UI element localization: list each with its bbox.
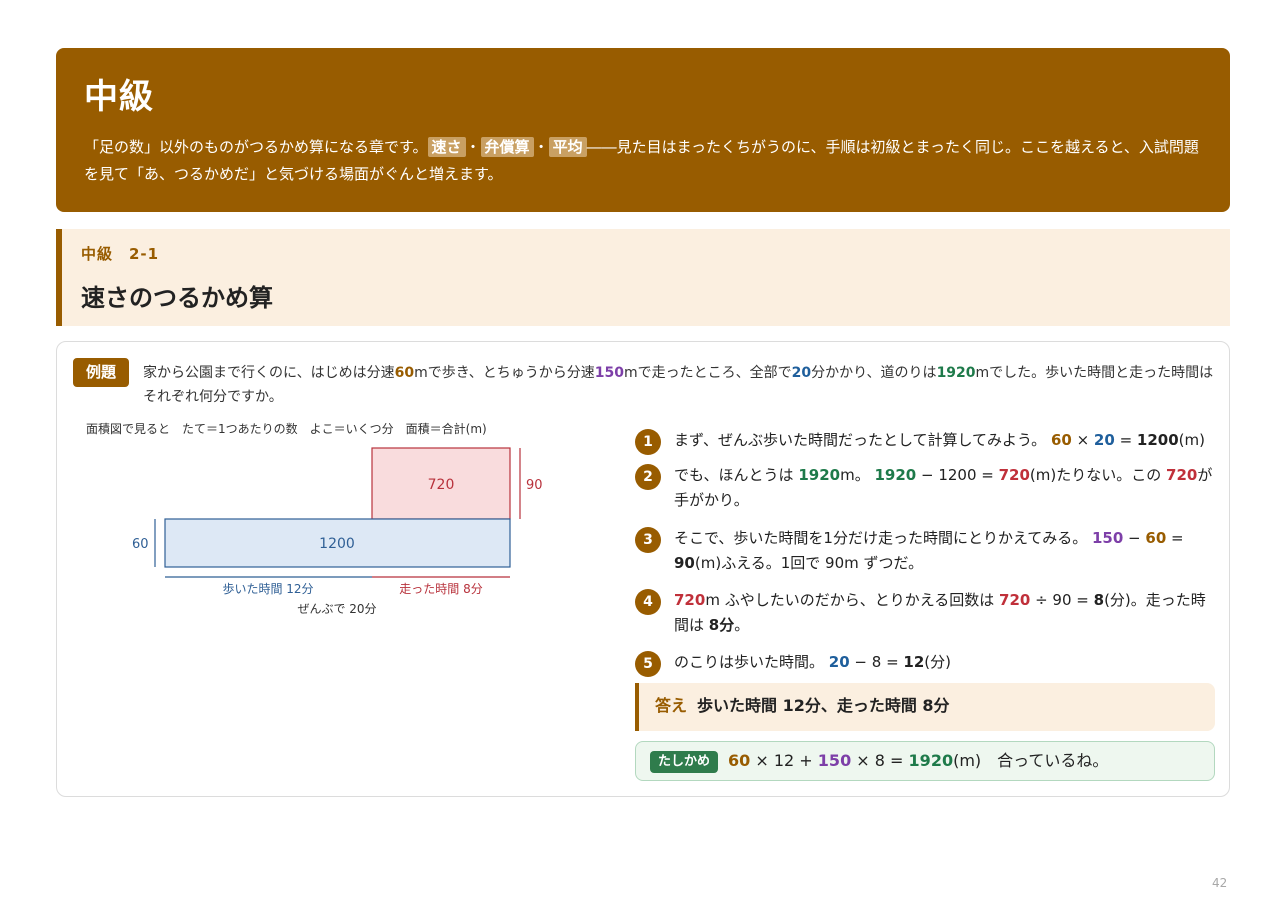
step-value: 20	[828, 653, 850, 671]
run-speed-value: 150	[594, 365, 624, 381]
problem-segment: mで歩き、とちゅうから分速	[414, 365, 595, 381]
step-result: 12	[903, 653, 925, 671]
step-text: ÷ 90 =	[1030, 591, 1094, 609]
step-number: 4	[635, 589, 661, 615]
separator: ・	[465, 138, 481, 156]
check-value: 150	[817, 751, 852, 770]
step-result: 90	[674, 554, 695, 572]
page-number: 42	[1212, 876, 1228, 890]
desc-text: 「足の数」以外のものがつるかめ算になる章です。	[84, 138, 428, 156]
example-card: 例題 家から公園まで行くのに、はじめは分速60mで歩き、とちゅうから分速150m…	[56, 341, 1230, 797]
example-badge: 例題	[73, 358, 129, 387]
separator: ・	[533, 138, 549, 156]
step-number: 5	[635, 651, 661, 677]
check-value: 60	[728, 751, 751, 770]
step-2: 2 でも、ほんとうは 1920m。 1920 − 1200 = 720(m)たりな…	[635, 463, 1217, 513]
step-text: でも、ほんとうは	[674, 466, 799, 484]
step-result: 8	[1093, 591, 1105, 609]
step-text: (m)たりない。この	[1029, 466, 1167, 484]
step-value: 60	[1050, 431, 1072, 449]
chapter-banner: 中級 「足の数」以外のものがつるかめ算になる章です。 速さ・弁償算・平均 ――見た目…	[56, 48, 1230, 212]
operator: −	[1123, 529, 1146, 547]
operator: =	[1166, 529, 1184, 547]
operator: ×	[1071, 431, 1094, 449]
operator: =	[1114, 431, 1137, 449]
step-value: 720	[1166, 466, 1198, 484]
step-number: 1	[635, 429, 661, 455]
run-extra-area-label: 720	[428, 477, 455, 493]
step-unit: (m)	[1178, 431, 1205, 449]
run-time-label: 走った時間 8分	[399, 582, 482, 596]
step-value: 720	[998, 466, 1030, 484]
step-text: 。	[734, 616, 750, 634]
tag-average: 平均	[548, 137, 587, 157]
step-1: 1 まず、ぜんぶ歩いた時間だったとして計算してみよう。 60 × 20 = 120…	[635, 428, 1217, 455]
step-value: 20	[1093, 431, 1115, 449]
check-text: × 12 +	[750, 751, 818, 770]
walk-height-label: 60	[132, 537, 149, 552]
step-number: 2	[635, 464, 661, 490]
section-header: 中級 2-1 速さのつるかめ算	[56, 229, 1230, 326]
diagram-caption: 面積図で見ると たて＝1つあたりの数 よこ＝いくつ分 面積＝合計(m)	[86, 422, 487, 436]
total-time-label: ぜんぶで 20分	[297, 602, 376, 616]
answer-label: 答え	[655, 696, 688, 715]
problem-text: 家から公園まで行くのに、はじめは分速60mで歩き、とちゅうから分速150mで走っ…	[143, 361, 1218, 409]
problem-segment: mで走ったところ、全部で	[623, 365, 792, 381]
step-result: 8分	[708, 616, 735, 634]
total-time-value: 20	[791, 365, 812, 381]
step-unit: (分)	[924, 653, 952, 671]
step-value: 60	[1145, 529, 1167, 547]
check-value: 1920	[908, 751, 954, 770]
chapter-title: 中級	[84, 77, 154, 117]
step-number: 3	[635, 527, 661, 553]
step-value: 720	[674, 591, 706, 609]
area-diagram: 720 1200 60 90 歩いた時間 12分 走った時間 8分 ぜんぶで 2…	[132, 447, 543, 616]
step-text: m ふやしたいのだから、とりかえる回数は	[705, 591, 1000, 609]
step-text: のこりは歩いた時間。	[674, 653, 829, 671]
step-result: 1200	[1136, 431, 1179, 449]
step-value: 150	[1091, 529, 1124, 547]
step-5: 5 のこりは歩いた時間。 20 − 8 = 12(分)	[635, 650, 1217, 677]
extra-height-label: 90	[526, 478, 543, 493]
check-box: たしかめ 60 × 12 + 150 × 8 = 1920(m) 合っているね。	[635, 741, 1215, 781]
operator: − 8 =	[849, 653, 904, 671]
step-4: 4 720m ふやしたいのだから、とりかえる回数は 720 ÷ 90 = 8(分)…	[635, 588, 1217, 638]
section-title: 速さのつるかめ算	[81, 284, 273, 312]
check-text: (m) 合っているね。	[953, 751, 1109, 770]
walk-area-label: 1200	[319, 536, 355, 552]
distance-value: 1920	[936, 365, 976, 381]
chapter-description: 「足の数」以外のものがつるかめ算になる章です。 速さ・弁償算・平均 ――見た目はまっ…	[84, 134, 1204, 188]
problem-segment: 家から公園まで行くのに、はじめは分速	[143, 365, 395, 381]
step-value: 720	[999, 591, 1031, 609]
step-value: 1920	[798, 466, 841, 484]
step-text: まず、ぜんぶ歩いた時間だったとして計算してみよう。	[674, 431, 1047, 449]
step-text: そこで、歩いた時間を1分だけ走った時間にとりかえてみる。	[674, 529, 1092, 547]
step-text: (m)ふえる。1回で 90m ずつだ。	[694, 554, 924, 572]
step-text: − 1200 =	[916, 466, 999, 484]
section-number: 中級 2-1	[81, 245, 160, 263]
step-3: 3 そこで、歩いた時間を1分だけ走った時間にとりかえてみる。 150 − 60 =…	[635, 526, 1217, 576]
problem-segment: 分かかり、道のりは	[811, 365, 937, 381]
check-label: たしかめ	[650, 751, 719, 773]
walk-speed-value: 60	[394, 365, 415, 381]
walk-time-label: 歩いた時間 12分	[222, 581, 313, 596]
step-value: 1920	[874, 466, 917, 484]
step-text: m。	[840, 466, 875, 484]
tag-speed: 速さ	[427, 137, 466, 157]
tag-compensation: 弁償算	[480, 137, 534, 157]
answer-text: 歩いた時間 12分、走った時間 8分	[697, 696, 950, 715]
check-text: × 8 =	[851, 751, 909, 770]
answer-box: 答え 歩いた時間 12分、走った時間 8分	[635, 683, 1215, 731]
